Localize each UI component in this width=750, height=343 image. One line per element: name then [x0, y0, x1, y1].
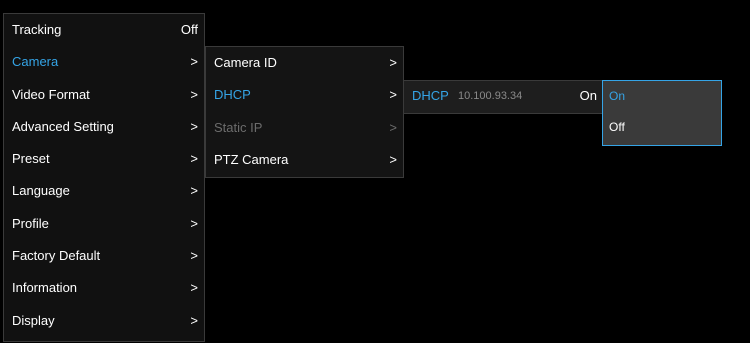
ip-address: 10.100.93.34 — [458, 90, 523, 102]
chevron-right-icon: > — [190, 312, 198, 328]
dhcp-setting-row[interactable]: DHCP 10.100.93.34 On — [404, 81, 603, 111]
chevron-right-icon: > — [190, 118, 198, 134]
submenu-item-dhcp[interactable]: DHCP > — [206, 79, 403, 111]
chevron-right-icon: > — [389, 151, 397, 167]
option-on[interactable]: On — [603, 81, 721, 112]
chevron-right-icon: > — [190, 183, 198, 199]
menu-item-video-format[interactable]: Video Format > — [4, 79, 204, 111]
chevron-right-icon: > — [389, 87, 397, 103]
dhcp-panel: DHCP 10.100.93.34 On — [403, 80, 604, 114]
dhcp-value: On — [579, 88, 597, 103]
menu-item-display[interactable]: Display > — [4, 305, 204, 337]
menu-item-profile[interactable]: Profile > — [4, 208, 204, 240]
dhcp-option-dropdown: On Off — [602, 80, 722, 146]
tracking-value: Off — [180, 22, 198, 37]
option-off[interactable]: Off — [603, 112, 721, 143]
main-menu: Tracking Off Camera > Video Format > Adv… — [3, 13, 205, 342]
menu-item-advanced-setting[interactable]: Advanced Setting > — [4, 111, 204, 143]
menu-item-factory-default[interactable]: Factory Default > — [4, 240, 204, 272]
menu-item-language[interactable]: Language > — [4, 175, 204, 207]
chevron-right-icon: > — [190, 248, 198, 264]
menu-item-information[interactable]: Information > — [4, 272, 204, 304]
chevron-right-icon: > — [190, 86, 198, 102]
menu-item-camera[interactable]: Camera > — [4, 46, 204, 78]
menu-item-tracking[interactable]: Tracking Off — [4, 14, 204, 46]
chevron-right-icon: > — [389, 119, 397, 135]
submenu-item-static-ip: Static IP > — [206, 112, 403, 144]
submenu-item-ptz-camera[interactable]: PTZ Camera > — [206, 144, 403, 176]
chevron-right-icon: > — [190, 280, 198, 296]
menu-item-preset[interactable]: Preset > — [4, 143, 204, 175]
chevron-right-icon: > — [190, 151, 198, 167]
chevron-right-icon: > — [190, 54, 198, 70]
submenu-item-camera-id[interactable]: Camera ID > — [206, 47, 403, 79]
chevron-right-icon: > — [190, 215, 198, 231]
chevron-right-icon: > — [389, 55, 397, 70]
dhcp-label: DHCP — [412, 88, 449, 103]
camera-submenu: Camera ID > DHCP > Static IP > PTZ Camer… — [205, 46, 404, 178]
